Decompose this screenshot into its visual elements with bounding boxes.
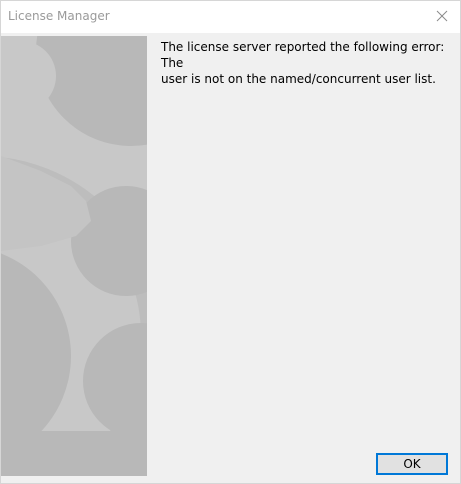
side-decoration-panel: [1, 36, 147, 476]
ok-button[interactable]: OK: [376, 453, 448, 475]
close-icon: [436, 10, 448, 22]
window-title: License Manager: [8, 9, 110, 23]
gear-icon: [1, 36, 147, 476]
close-button[interactable]: [424, 1, 460, 31]
title-bar: License Manager: [1, 1, 460, 33]
license-manager-window: License Manager The license server repor…: [0, 0, 461, 484]
dialog-content: The license server reported the followin…: [1, 33, 460, 483]
error-message: The license server reported the followin…: [161, 40, 445, 86]
